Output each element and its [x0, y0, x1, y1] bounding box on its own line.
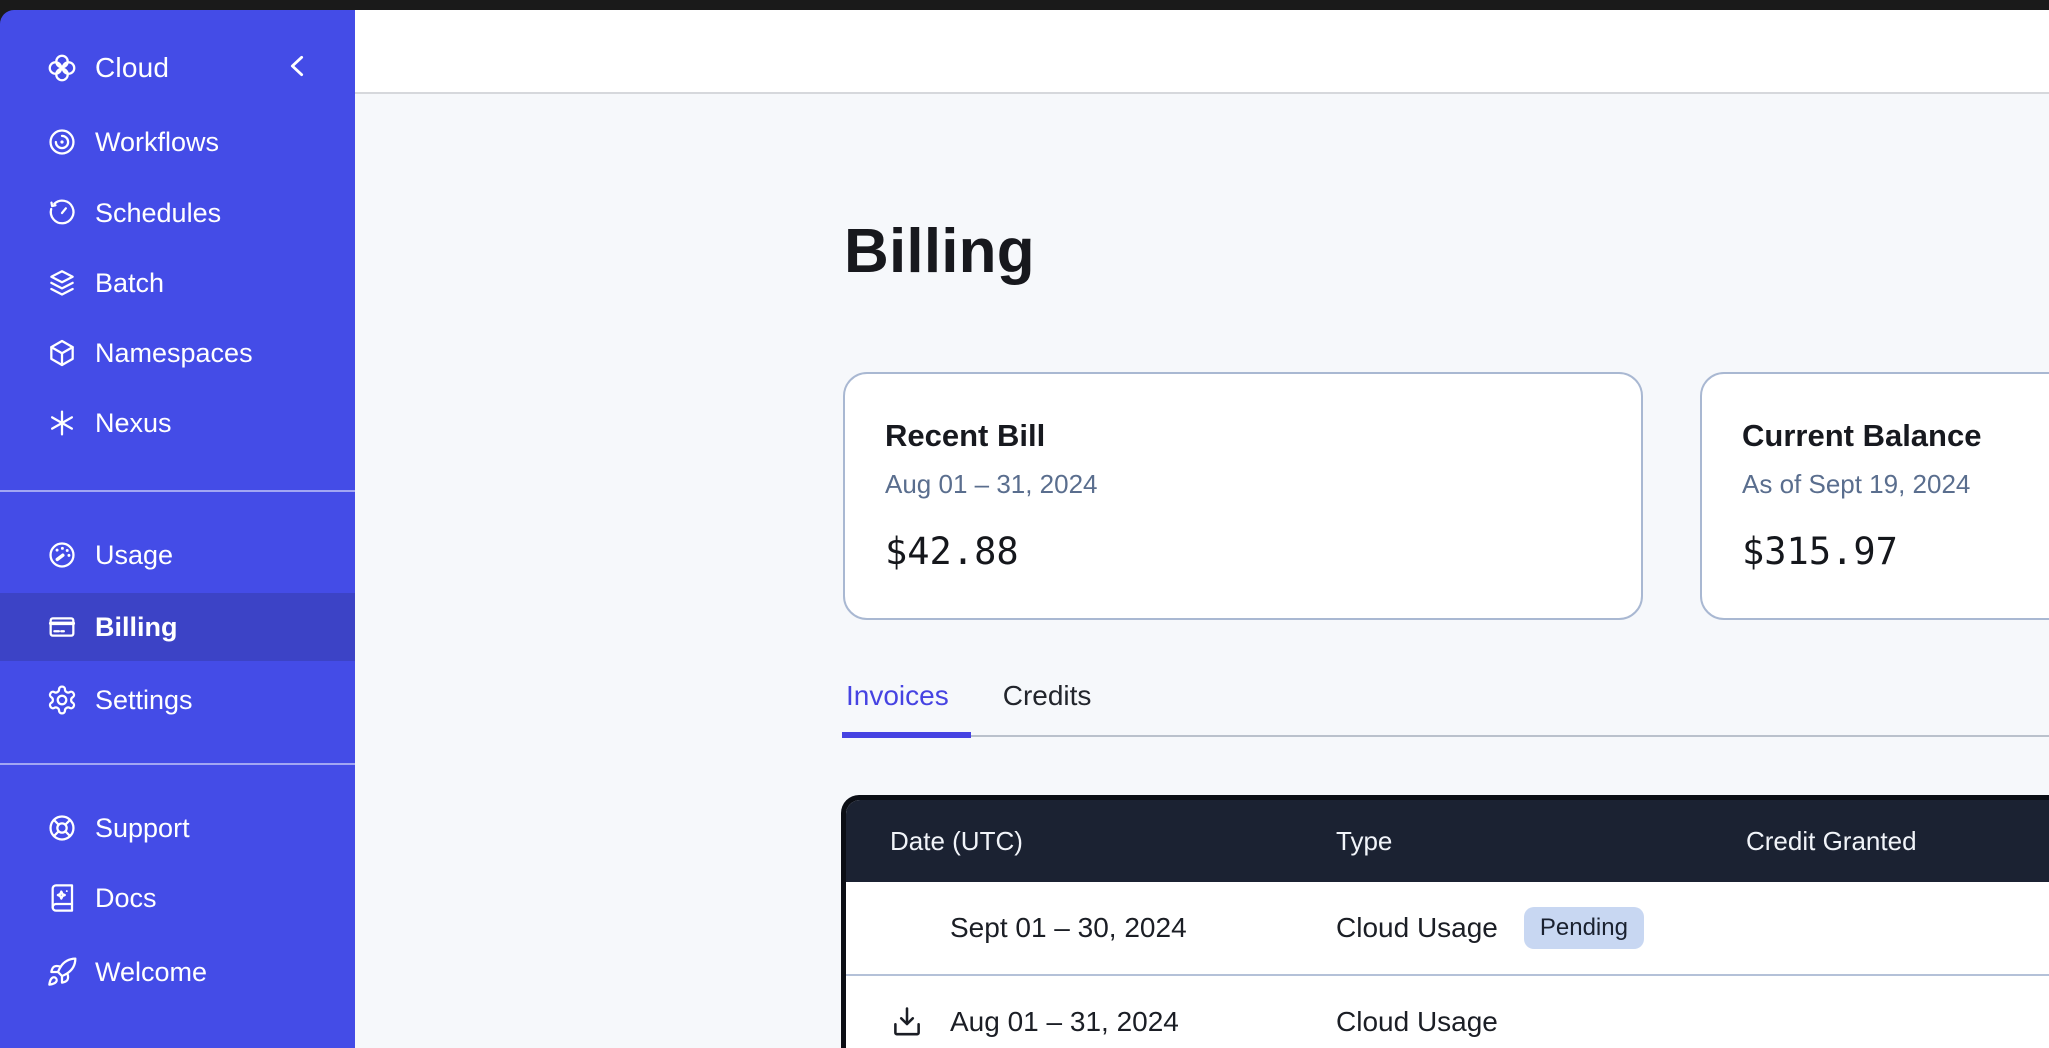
invoices-table: Date (UTC) Type Credit Granted Sept 01 –…	[841, 795, 2049, 1048]
sidebar-item-label: Billing	[95, 612, 178, 643]
sidebar-item-label: Docs	[95, 883, 157, 914]
sidebar-item-label: Usage	[95, 540, 173, 571]
sidebar-item-label: Welcome	[95, 957, 207, 988]
invoices-table-inner: Date (UTC) Type Credit Granted Sept 01 –…	[846, 800, 2049, 1048]
sidebar-item-docs[interactable]: Docs	[0, 864, 355, 932]
card-title: Current Balance	[1742, 418, 2049, 454]
card-title: Recent Bill	[885, 418, 1601, 454]
download-placeholder	[890, 911, 924, 945]
download-icon[interactable]	[890, 1005, 924, 1039]
window-top-edge	[0, 0, 2049, 10]
sidebar-item-usage[interactable]: Usage	[0, 521, 355, 589]
sidebar-item-label: Nexus	[95, 408, 172, 439]
billing-tabs: Invoices Credits	[844, 680, 1093, 712]
tab-invoices[interactable]: Invoices	[844, 680, 951, 712]
column-header-type: Type	[1336, 826, 1746, 857]
invoice-type: Cloud Usage	[1336, 1006, 1498, 1038]
sidebar-item-batch[interactable]: Batch	[0, 249, 355, 317]
sidebar: Cloud Workflows Schedules Batch Namespac…	[0, 10, 355, 1048]
usage-gauge-icon	[46, 539, 78, 571]
sidebar-item-support[interactable]: Support	[0, 794, 355, 862]
table-row[interactable]: Sept 01 – 30, 2024 Cloud Usage Pending	[846, 882, 2049, 974]
sidebar-divider	[0, 490, 355, 492]
column-header-date: Date (UTC)	[846, 826, 1336, 857]
billing-card-icon	[46, 611, 78, 643]
status-badge: Pending	[1524, 907, 1644, 949]
namespaces-cube-icon	[46, 337, 78, 369]
sidebar-item-label: Workflows	[95, 127, 219, 158]
sidebar-item-label: Namespaces	[95, 338, 253, 369]
sidebar-item-namespaces[interactable]: Namespaces	[0, 319, 355, 387]
invoice-date-cell: Sept 01 – 30, 2024	[846, 911, 1336, 945]
invoice-type: Cloud Usage	[1336, 912, 1498, 944]
invoice-date-cell: Aug 01 – 31, 2024	[846, 1005, 1336, 1039]
invoice-type-cell: Cloud Usage	[1336, 1006, 1746, 1038]
table-header-row: Date (UTC) Type Credit Granted	[846, 800, 2049, 882]
tab-credits[interactable]: Credits	[1001, 680, 1094, 712]
sidebar-item-label: Batch	[95, 268, 164, 299]
invoice-date: Sept 01 – 30, 2024	[950, 912, 1187, 944]
settings-gear-icon	[46, 684, 78, 716]
active-tab-indicator	[842, 732, 971, 738]
invoice-date: Aug 01 – 31, 2024	[950, 1006, 1179, 1038]
sidebar-item-label: Schedules	[95, 198, 221, 229]
sidebar-item-nexus[interactable]: Nexus	[0, 389, 355, 457]
brand-label: Cloud	[95, 52, 169, 84]
batch-layers-icon	[46, 267, 78, 299]
sidebar-item-settings[interactable]: Settings	[0, 666, 355, 734]
recent-bill-card: Recent Bill Aug 01 – 31, 2024 $42.88	[843, 372, 1643, 620]
card-amount: $315.97	[1742, 530, 2049, 573]
current-balance-card: Current Balance As of Sept 19, 2024 $315…	[1700, 372, 2049, 620]
billing-page: Billing Recent Bill Aug 01 – 31, 2024 $4…	[355, 94, 2049, 1048]
top-bar	[355, 10, 2049, 94]
temporal-cloud-logo-icon	[46, 52, 78, 84]
support-lifebuoy-icon	[46, 812, 78, 844]
table-row[interactable]: Aug 01 – 31, 2024 Cloud Usage	[846, 974, 2049, 1048]
sidebar-item-welcome[interactable]: Welcome	[0, 938, 355, 1006]
docs-book-icon	[46, 882, 78, 914]
invoice-type-cell: Cloud Usage Pending	[1336, 907, 1746, 949]
page-title: Billing	[844, 216, 1035, 288]
card-date-range: As of Sept 19, 2024	[1742, 469, 2049, 500]
schedules-clock-icon	[46, 197, 78, 229]
sidebar-item-billing[interactable]: Billing	[0, 593, 355, 661]
sidebar-item-label: Settings	[95, 685, 193, 716]
sidebar-item-label: Support	[95, 813, 190, 844]
tabs-baseline	[844, 735, 2049, 737]
welcome-rocket-icon	[46, 956, 78, 988]
sidebar-item-schedules[interactable]: Schedules	[0, 179, 355, 247]
card-date-range: Aug 01 – 31, 2024	[885, 469, 1601, 500]
sidebar-item-workflows[interactable]: Workflows	[0, 108, 355, 176]
workflows-spiral-icon	[46, 126, 78, 158]
nexus-asterisk-icon	[46, 407, 78, 439]
sidebar-collapse-button[interactable]	[281, 50, 313, 82]
column-header-credit-granted: Credit Granted	[1746, 826, 2049, 857]
sidebar-divider	[0, 763, 355, 765]
card-amount: $42.88	[885, 530, 1601, 573]
